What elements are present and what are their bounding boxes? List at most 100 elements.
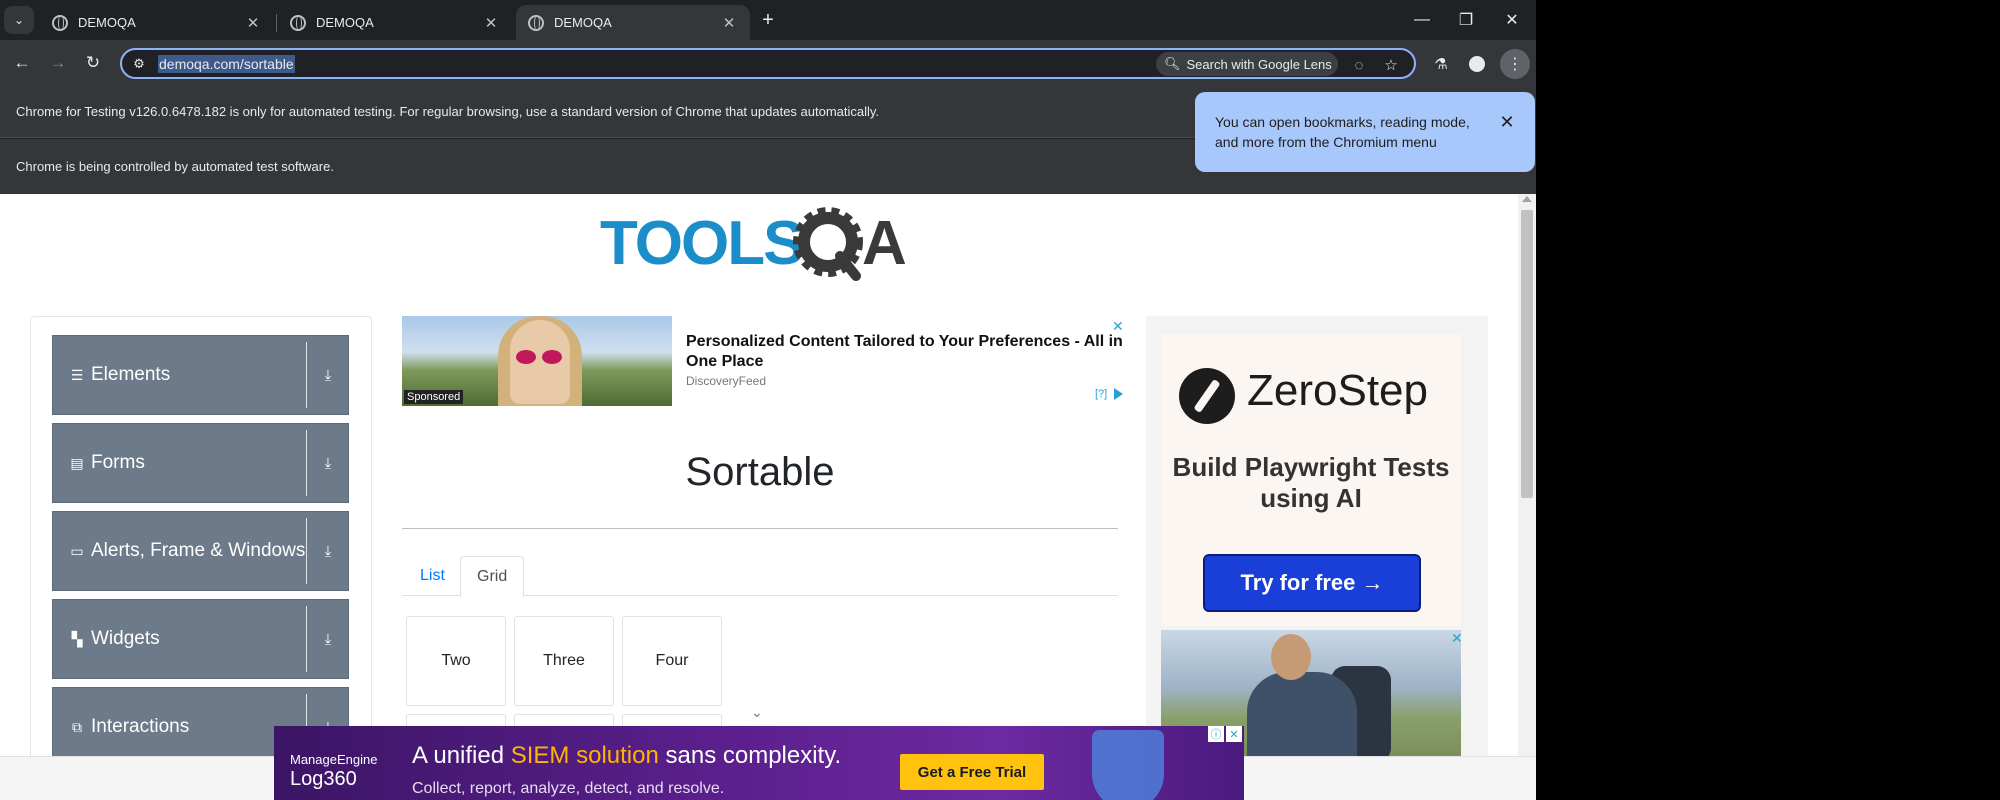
divider	[306, 518, 307, 584]
sponsored-ad[interactable]: Sponsored Personalized Content Tailored …	[402, 316, 1130, 406]
adchoices-icon[interactable]	[1114, 388, 1123, 400]
free-trial-button[interactable]: Get a Free Trial	[900, 754, 1044, 790]
group-title: Alerts, Frame & Windows	[91, 540, 306, 561]
ad-image[interactable]: Sponsored	[402, 316, 672, 406]
flask-icon[interactable]: ⚗	[1428, 51, 1454, 77]
ad-headline: A unified SIEM solution sans complexity.	[412, 742, 841, 770]
group-alerts-frame-windows[interactable]: ▭ Alerts, Frame & Windows ⤓	[52, 511, 349, 591]
scroll-thumb[interactable]	[1521, 210, 1533, 498]
download-icon[interactable]: ⤓	[317, 452, 339, 474]
grid-item[interactable]: Four	[622, 616, 722, 706]
divider	[306, 342, 307, 408]
tune-icon[interactable]: ⚙	[130, 55, 148, 73]
chevron-down-icon: ⌄	[751, 704, 763, 720]
kebab-menu-icon[interactable]: ⋮	[1500, 49, 1530, 79]
sponsored-label: Sponsored	[404, 390, 464, 404]
ad-help-link[interactable]: [?]	[1095, 388, 1107, 400]
close-icon[interactable]: ✕	[1497, 112, 1517, 132]
screen: ⌄ DEMOQA ✕ DEMOQA ✕ DEMOQA ✕ + — ❐ ✕ ← →…	[0, 0, 2000, 800]
tab-3-active[interactable]: DEMOQA ✕	[516, 5, 750, 40]
page-title: Sortable	[685, 450, 835, 494]
svg-text:TOOLS: TOOLS	[600, 209, 802, 278]
restore-icon[interactable]: ❐	[1444, 0, 1488, 40]
back-arrow-icon[interactable]: ←	[8, 49, 36, 77]
close-icon[interactable]: ✕	[482, 14, 500, 32]
shield-icon	[1092, 730, 1164, 800]
ad-card[interactable]: ZeroStep Build Playwright Tests using AI…	[1161, 334, 1461, 626]
sortable-tabs: List Grid	[402, 556, 1118, 597]
close-icon[interactable]: ✕	[1451, 630, 1461, 647]
tab-title: DEMOQA	[554, 15, 612, 30]
adchoices-icon[interactable]: ⓘ	[1208, 726, 1224, 742]
zerostep-ad[interactable]: ZeroStep Build Playwright Tests using AI…	[1146, 316, 1488, 756]
chevron-down-icon[interactable]: ⌄	[4, 6, 34, 34]
left-panel: ☰ Elements ⤓ ▤ Forms ⤓ ▭ Alerts, Frame &…	[30, 316, 372, 776]
document-icon: ▤	[70, 454, 84, 471]
close-icon[interactable]: ✕	[1226, 726, 1242, 742]
ad-brand: ZeroStep	[1247, 366, 1428, 415]
svg-text:A: A	[862, 209, 907, 278]
address-bar[interactable]: ⚙ demoqa.com/sortable 🔍︎ Search with Goo…	[120, 48, 1416, 79]
group-forms[interactable]: ▤ Forms ⤓	[52, 423, 349, 503]
url-text[interactable]: demoqa.com/sortable	[158, 55, 295, 73]
ad-title[interactable]: Personalized Content Tailored to Your Pr…	[686, 332, 1126, 372]
log360-banner-ad[interactable]: ManageEngine Log360 A unified SIEM solut…	[274, 726, 1244, 800]
grid-item[interactable]: Two	[406, 616, 506, 706]
globe-icon	[290, 14, 306, 31]
globe-icon	[52, 14, 68, 31]
headline-highlight: SIEM solution	[510, 742, 659, 769]
globe-icon	[528, 14, 544, 31]
divider	[306, 606, 307, 672]
scroll-up-icon[interactable]	[1522, 196, 1532, 202]
ad-tagline: Build Playwright Tests using AI	[1172, 452, 1450, 513]
google-lens-button[interactable]: 🔍︎ Search with Google Lens	[1156, 52, 1338, 76]
eye-off-icon[interactable]: ◌	[1348, 54, 1370, 76]
tab-strip: ⌄ DEMOQA ✕ DEMOQA ✕ DEMOQA ✕ + — ❐ ✕	[0, 0, 1536, 40]
ad-subline: Collect, report, analyze, detect, and re…	[412, 780, 725, 797]
infobar-text: Chrome is being controlled by automated …	[16, 159, 334, 174]
download-icon[interactable]: ⤓	[317, 540, 339, 562]
close-icon[interactable]: ✕	[1112, 318, 1124, 335]
tab-grid[interactable]: Grid	[460, 556, 525, 597]
reload-icon[interactable]: ↻	[79, 49, 107, 77]
forward-arrow-icon[interactable]: →	[44, 49, 72, 77]
zerostep-logo-icon	[1179, 368, 1235, 424]
minimize-icon[interactable]: —	[1400, 0, 1444, 40]
close-icon[interactable]: ✕	[720, 14, 738, 32]
page-scrollbar[interactable]	[1518, 194, 1536, 756]
window-icon: ▭	[70, 542, 84, 559]
browser-toolbar: ← → ↻ ⚙ demoqa.com/sortable 🔍︎ Search wi…	[0, 40, 1536, 86]
tab-2[interactable]: DEMOQA ✕	[278, 5, 512, 40]
ad-source[interactable]: DiscoveryFeed	[686, 374, 766, 388]
tab-title: DEMOQA	[78, 15, 136, 30]
group-title: Forms	[91, 452, 145, 473]
toolsqa-logo[interactable]: TOOLS A	[600, 206, 922, 284]
person-icon[interactable]	[1464, 51, 1490, 77]
new-tab-button[interactable]: +	[756, 8, 780, 32]
divider	[306, 430, 307, 496]
infobar-text: Chrome for Testing v126.0.6478.182 is on…	[16, 104, 880, 119]
interactions-icon: ⧉	[72, 718, 82, 735]
group-title: Elements	[91, 364, 171, 385]
browser-chrome: ⌄ DEMOQA ✕ DEMOQA ✕ DEMOQA ✕ + — ❐ ✕ ← →…	[0, 0, 1536, 194]
tab-1[interactable]: DEMOQA ✕	[40, 5, 274, 40]
try-for-free-button[interactable]: Try for free →	[1203, 554, 1421, 612]
list-icon: ☰	[70, 366, 84, 383]
group-widgets[interactable]: ▚ Widgets ⤓	[52, 599, 349, 679]
headline-post: sans complexity.	[658, 742, 842, 769]
close-icon[interactable]: ✕	[244, 14, 262, 32]
ad-brand-bottom: Log360	[290, 768, 357, 790]
menu-tooltip-text: You can open bookmarks, reading mode, an…	[1215, 114, 1470, 150]
ad-controls: ⓘ ✕	[1208, 726, 1242, 742]
star-icon[interactable]: ☆	[1380, 54, 1402, 76]
group-elements[interactable]: ☰ Elements ⤓	[52, 335, 349, 415]
close-window-icon[interactable]: ✕	[1490, 0, 1534, 40]
tab-list[interactable]: List	[404, 556, 461, 596]
headline-pre: A unified	[412, 742, 511, 769]
download-icon[interactable]: ⤓	[317, 628, 339, 650]
search-icon: 🔍︎	[1164, 56, 1181, 71]
desktop-background	[1536, 0, 2000, 800]
web-page: TOOLS A ☰ Elements ⤓ ▤ Forms ⤓ ▭ Alerts,…	[0, 194, 1536, 800]
download-icon[interactable]: ⤓	[317, 364, 339, 386]
grid-item[interactable]: Three	[514, 616, 614, 706]
